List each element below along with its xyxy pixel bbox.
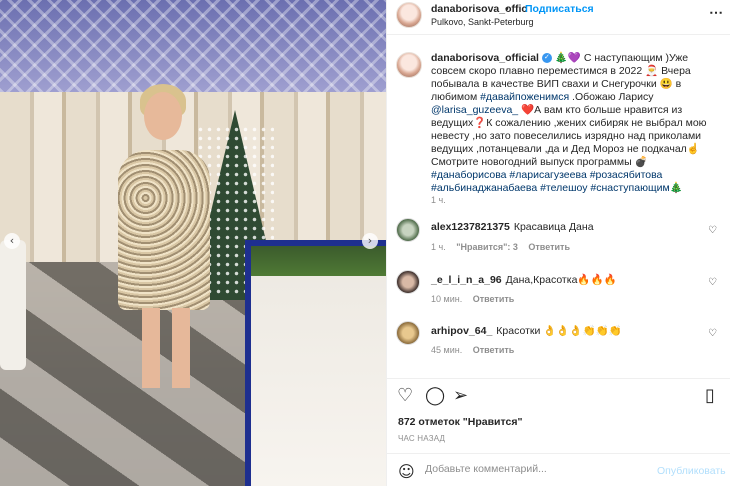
comment-body: Дана,Красотка🔥🔥🔥 <box>505 274 617 286</box>
person-head <box>144 92 182 140</box>
comment-input[interactable] <box>425 463 645 475</box>
heart-icon[interactable]: ♡ <box>708 328 717 339</box>
reply-button[interactable]: Ответить <box>473 345 515 355</box>
comment-body: Красавица Дана <box>513 221 594 233</box>
hashtag-link[interactable]: #давайпоженимся <box>480 91 569 103</box>
verified-badge-icon: ✓ <box>541 53 552 64</box>
avatar[interactable] <box>396 52 422 78</box>
chevron-right-icon[interactable]: › <box>362 233 378 249</box>
chevron-left-icon[interactable]: ‹ <box>4 233 20 249</box>
action-bar: ♡ ◯ ➢ ▯ <box>387 378 730 412</box>
comment-username[interactable]: _e_l_i_n_a_96 <box>431 274 502 286</box>
heart-icon[interactable]: ♡ <box>708 225 717 236</box>
comment-icon[interactable]: ◯ <box>425 387 445 405</box>
person-legs <box>142 308 190 388</box>
sequin-dress <box>118 150 210 310</box>
chair <box>0 240 26 370</box>
comment-item: arhipov_64_ Красотки 👌👌👌👏👏👏 45 мин. Ответ… <box>396 321 722 371</box>
comment-likes[interactable]: "Нравится": 3 <box>456 242 518 252</box>
post-side-panel: danaborisova_offic • Подписаться Pulkovo… <box>386 0 730 486</box>
comment-username[interactable]: arhipov_64_ <box>431 325 492 337</box>
comment-item: _e_l_i_n_a_96 Дана,Красотка🔥🔥🔥 10 мин. От… <box>396 270 722 320</box>
avatar[interactable] <box>396 321 420 345</box>
publish-button[interactable]: Опубликовать <box>657 465 726 477</box>
comment-text: arhipov_64_ Красотки 👌👌👌👏👏👏 <box>431 324 701 337</box>
comment-meta: 10 мин. Ответить <box>431 294 522 304</box>
comment-time: 1 ч. <box>431 242 446 252</box>
reply-button[interactable]: Ответить <box>528 242 570 252</box>
add-comment-bar: ☺ Опубликовать <box>387 453 730 486</box>
caption-body-2: .Обожаю Ларису <box>569 91 654 103</box>
comment-text: alex1237821375 Красавица Дана <box>431 221 701 233</box>
comment-meta: 45 мин. Ответить <box>431 345 522 355</box>
reply-button[interactable]: Ответить <box>473 294 515 304</box>
caption-time: 1 ч. <box>431 195 446 205</box>
posted-ago: ЧАС НАЗАД <box>398 434 446 443</box>
likes-count[interactable]: 872 отметок "Нравится" <box>398 416 522 428</box>
comment-body: Красотки 👌👌👌👏👏👏 <box>496 325 622 337</box>
post-location[interactable]: Pulkovo, Sankt-Peterburg <box>431 17 534 27</box>
heart-icon[interactable]: ♡ <box>397 387 413 405</box>
caption-username[interactable]: danaborisova_official <box>431 52 539 64</box>
lattice-backdrop <box>0 0 386 92</box>
separator-dot: • <box>505 3 509 15</box>
hashtags-list[interactable]: #данаборисова #ларисагузеева #розасябито… <box>431 169 683 194</box>
avatar[interactable] <box>396 218 420 242</box>
planter <box>245 240 386 486</box>
heart-icon[interactable]: ♡ <box>708 277 717 288</box>
smiley-icon[interactable]: ☺ <box>398 462 415 481</box>
post-username[interactable]: danaborisova_offic <box>431 3 527 15</box>
bookmark-icon[interactable]: ▯ <box>705 387 715 405</box>
comment-text: _e_l_i_n_a_96 Дана,Красотка🔥🔥🔥 <box>431 273 701 286</box>
mention-link[interactable]: @larisa_guzeeva_ <box>431 104 518 116</box>
caption-text: danaborisova_official ✓ 🎄💜 С наступающим… <box>431 52 723 195</box>
avatar[interactable] <box>396 270 420 294</box>
comment-username[interactable]: alex1237821375 <box>431 221 510 233</box>
post-header: danaborisova_offic • Подписаться Pulkovo… <box>387 0 730 35</box>
avatar[interactable] <box>396 2 422 28</box>
follow-button[interactable]: Подписаться <box>525 3 594 15</box>
ellipsis-icon[interactable]: ⋯ <box>709 4 724 21</box>
post-photo[interactable]: ‹ › <box>0 0 386 486</box>
comment-meta: 1 ч. "Нравится": 3 Ответить <box>431 242 578 252</box>
paper-plane-icon[interactable]: ➢ <box>453 387 468 405</box>
comment-item: alex1237821375 Красавица Дана 1 ч. "Нрави… <box>396 218 722 268</box>
comment-time: 45 мин. <box>431 345 463 355</box>
comment-time: 10 мин. <box>431 294 463 304</box>
